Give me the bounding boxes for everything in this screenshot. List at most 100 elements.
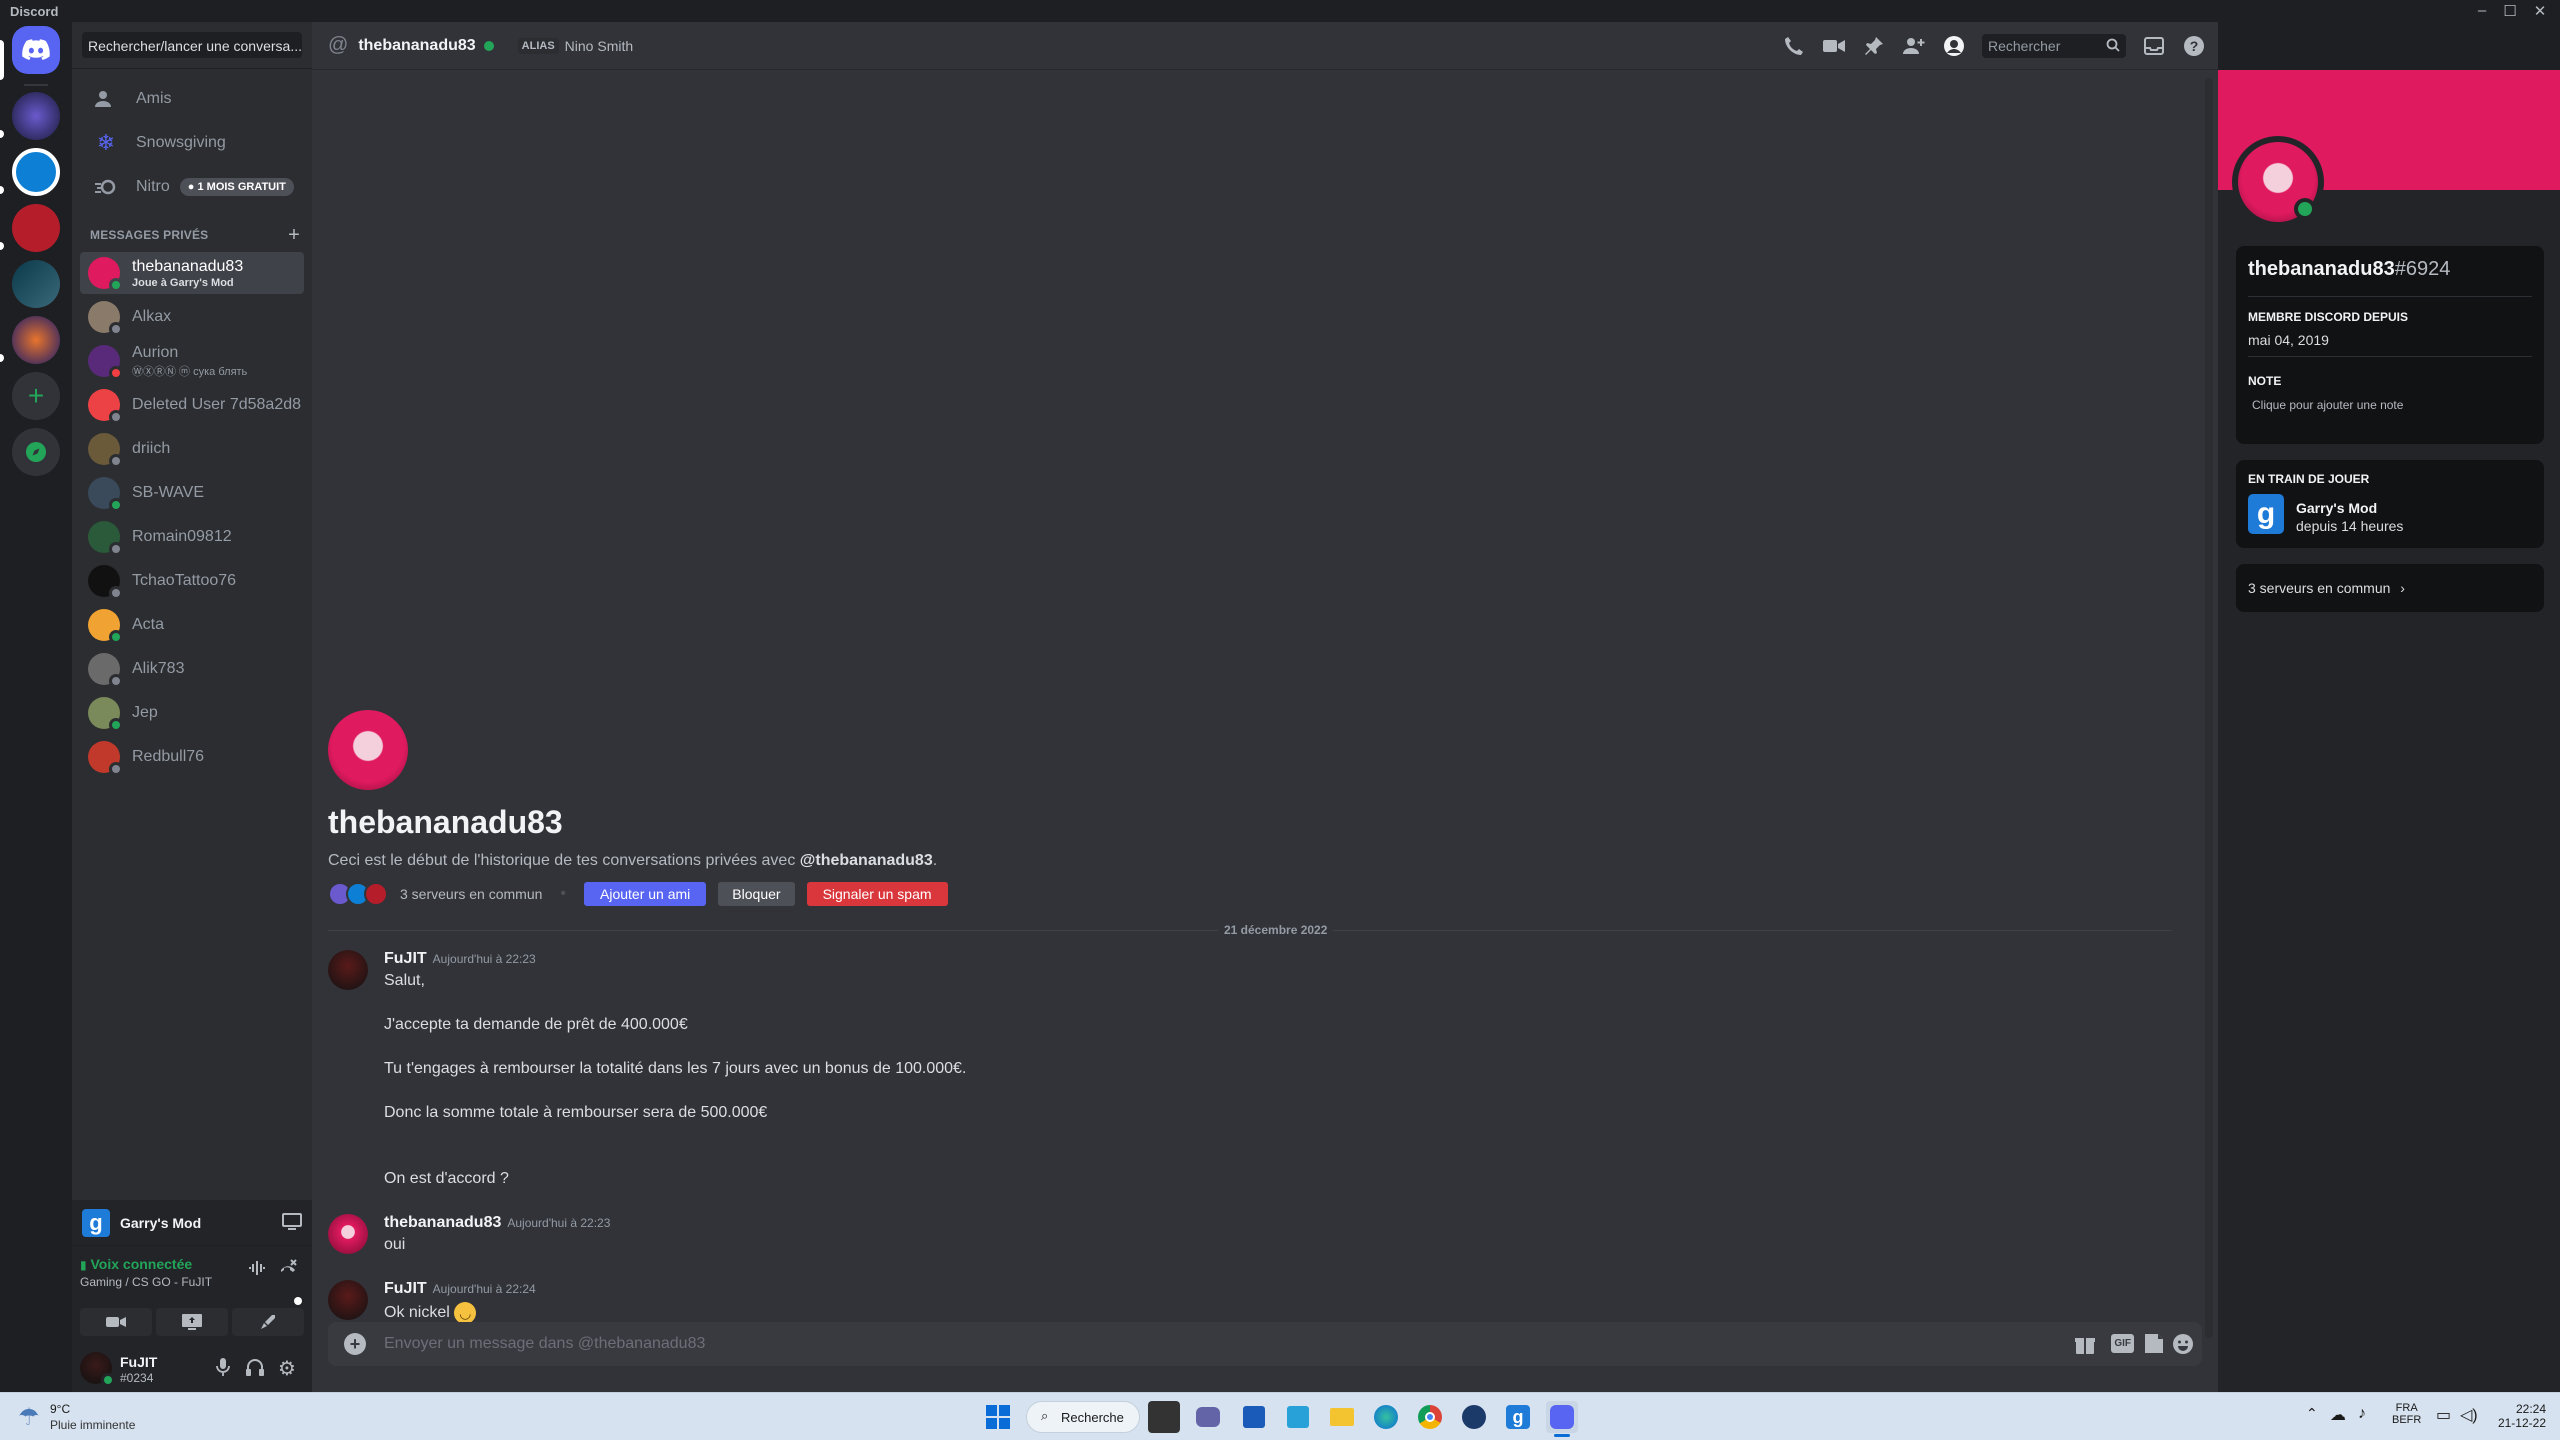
onedrive-icon[interactable]: ☁: [2330, 1405, 2346, 1425]
dm-avatar: [88, 741, 123, 776]
message-author[interactable]: FuJIT: [384, 950, 427, 967]
garrys-mod-taskbar-icon[interactable]: g: [1502, 1401, 1534, 1433]
discord-taskbar-icon[interactable]: [1546, 1401, 1578, 1437]
user-avatar[interactable]: [80, 1352, 115, 1387]
pin-icon[interactable]: [1862, 34, 1886, 58]
app-icon[interactable]: [1282, 1401, 1314, 1433]
task-view-icon[interactable]: [1148, 1401, 1180, 1433]
message-avatar[interactable]: [328, 950, 368, 990]
message-author[interactable]: FuJIT: [384, 1280, 427, 1297]
dm-item[interactable]: TchaoTattoo76: [80, 560, 304, 602]
chrome-icon[interactable]: [1414, 1401, 1446, 1433]
weather-desc[interactable]: Pluie imminente: [50, 1418, 135, 1432]
message-avatar[interactable]: [328, 1280, 368, 1320]
server-icon-3[interactable]: [12, 204, 60, 252]
inbox-icon[interactable]: [2142, 34, 2166, 58]
weather-rain-icon[interactable]: ☂: [18, 1403, 40, 1432]
nav-nitro[interactable]: Nitro ● 1 MOIS GRATUIT: [80, 166, 304, 208]
nav-friends[interactable]: Amis: [80, 78, 304, 120]
mutual-server-icons: [328, 882, 388, 906]
taskbar-search[interactable]: ⌕ Recherche: [1026, 1401, 1140, 1433]
file-explorer-icon[interactable]: [1326, 1401, 1358, 1433]
message-input[interactable]: Envoyer un message dans @thebananadu83: [384, 1335, 705, 1353]
server-icon-5[interactable]: [12, 316, 60, 364]
gift-icon[interactable]: [2074, 1333, 2096, 1360]
home-button[interactable]: [12, 26, 60, 74]
intro-mutual-servers[interactable]: 3 serveurs en commun: [400, 886, 542, 902]
activities-button[interactable]: [232, 1308, 304, 1336]
microphone-icon[interactable]: [216, 1358, 230, 1381]
dm-item[interactable]: Deleted User 7d58a2d8: [80, 384, 304, 426]
video-button[interactable]: [80, 1308, 152, 1336]
steam-icon[interactable]: [1458, 1401, 1490, 1433]
edge-icon[interactable]: [1370, 1401, 1402, 1433]
voice-status[interactable]: ▮ Voix connectée: [80, 1256, 192, 1272]
store-icon[interactable]: [1238, 1401, 1270, 1433]
close-icon[interactable]: ✕: [2526, 2, 2554, 20]
header-search-input[interactable]: Rechercher: [1982, 34, 2126, 58]
add-friend-button[interactable]: Ajouter un ami: [584, 882, 707, 906]
chevron-up-icon[interactable]: ⌃: [2306, 1405, 2318, 1422]
disconnect-icon[interactable]: [278, 1258, 298, 1283]
maximize-icon[interactable]: ☐: [2496, 2, 2524, 20]
find-conversation-button[interactable]: Rechercher/lancer une conversa...: [82, 32, 302, 58]
server-icon-1[interactable]: [12, 92, 60, 140]
add-server-button[interactable]: +: [12, 372, 60, 420]
dm-item[interactable]: Romain09812: [80, 516, 304, 558]
report-spam-button[interactable]: Signaler un spam: [806, 882, 948, 906]
minimize-icon[interactable]: –: [2468, 2, 2496, 19]
dm-item[interactable]: Redbull76: [80, 736, 304, 778]
user-profile-toggle-icon[interactable]: [1942, 34, 1966, 58]
upload-plus-icon[interactable]: +: [344, 1333, 366, 1355]
nav-snowsgiving[interactable]: ❄ Snowsgiving: [80, 122, 304, 164]
dm-avatar: [88, 433, 123, 468]
sticker-icon[interactable]: [2144, 1333, 2164, 1360]
dm-item[interactable]: thebananadu83 Joue à Garry's Mod: [80, 252, 304, 294]
header-username[interactable]: thebananadu83: [358, 37, 475, 55]
video-call-icon[interactable]: [1822, 34, 1846, 58]
add-friend-to-dm-icon[interactable]: [1902, 34, 1926, 58]
weather-temp[interactable]: 9°C: [50, 1402, 70, 1416]
dm-item[interactable]: Jep: [80, 692, 304, 734]
screen-share-button[interactable]: [156, 1308, 228, 1336]
server-icon-4[interactable]: [12, 260, 60, 308]
at-sign-icon: @: [328, 34, 349, 56]
dm-item[interactable]: Acta: [80, 604, 304, 646]
message-avatar[interactable]: [328, 1214, 368, 1254]
volume-icon[interactable]: ◁): [2460, 1405, 2478, 1425]
create-dm-plus-icon[interactable]: +: [288, 224, 300, 247]
message-author[interactable]: thebananadu83: [384, 1214, 501, 1231]
network-icon[interactable]: ▭: [2436, 1405, 2451, 1425]
teams-chat-icon[interactable]: [1192, 1401, 1224, 1433]
dm-item[interactable]: Alkax: [80, 296, 304, 338]
language-indicator[interactable]: FRA BEFR: [2392, 1402, 2421, 1426]
start-button[interactable]: [982, 1401, 1014, 1433]
help-icon[interactable]: ?: [2182, 34, 2206, 58]
screen-share-icon[interactable]: [282, 1213, 302, 1236]
dm-item[interactable]: Aurion ⓌⓍⓇⓃ ⓜ сука блять: [80, 340, 304, 382]
note-input[interactable]: Clique pour ajouter une note: [2252, 398, 2403, 412]
mutual-servers-card[interactable]: 3 serveurs en commun ›: [2236, 564, 2544, 612]
nitro-free-month-badge: ● 1 MOIS GRATUIT: [179, 178, 294, 196]
user-name: FuJIT: [120, 1354, 158, 1370]
dm-item[interactable]: Alik783: [80, 648, 304, 690]
gif-icon[interactable]: GIF: [2111, 1334, 2134, 1353]
voice-channel[interactable]: Gaming / CS GO - FuJIT: [80, 1275, 212, 1289]
settings-gear-icon[interactable]: ⚙: [278, 1356, 296, 1381]
dm-item[interactable]: driich: [80, 428, 304, 470]
dm-item[interactable]: SB-WAVE: [80, 472, 304, 514]
explore-servers-button[interactable]: [12, 428, 60, 476]
server-icon-2[interactable]: [12, 148, 60, 196]
activity-panel: g Garry's Mod: [72, 1200, 312, 1246]
voice-call-icon[interactable]: [1782, 34, 1806, 58]
chat-scrollbar[interactable]: [2205, 78, 2213, 1338]
screen-icon: [182, 1314, 202, 1330]
block-button[interactable]: Bloquer: [718, 882, 795, 906]
emoji-icon[interactable]: [2172, 1333, 2194, 1360]
headphones-icon[interactable]: [246, 1358, 264, 1381]
clock[interactable]: 22:24 21-12-22: [2494, 1402, 2546, 1430]
camera-icon: [106, 1317, 126, 1327]
noise-suppression-icon[interactable]: [248, 1260, 266, 1281]
intro-username: thebananadu83: [328, 804, 563, 840]
microphone-tray-icon[interactable]: ♪: [2358, 1405, 2366, 1423]
